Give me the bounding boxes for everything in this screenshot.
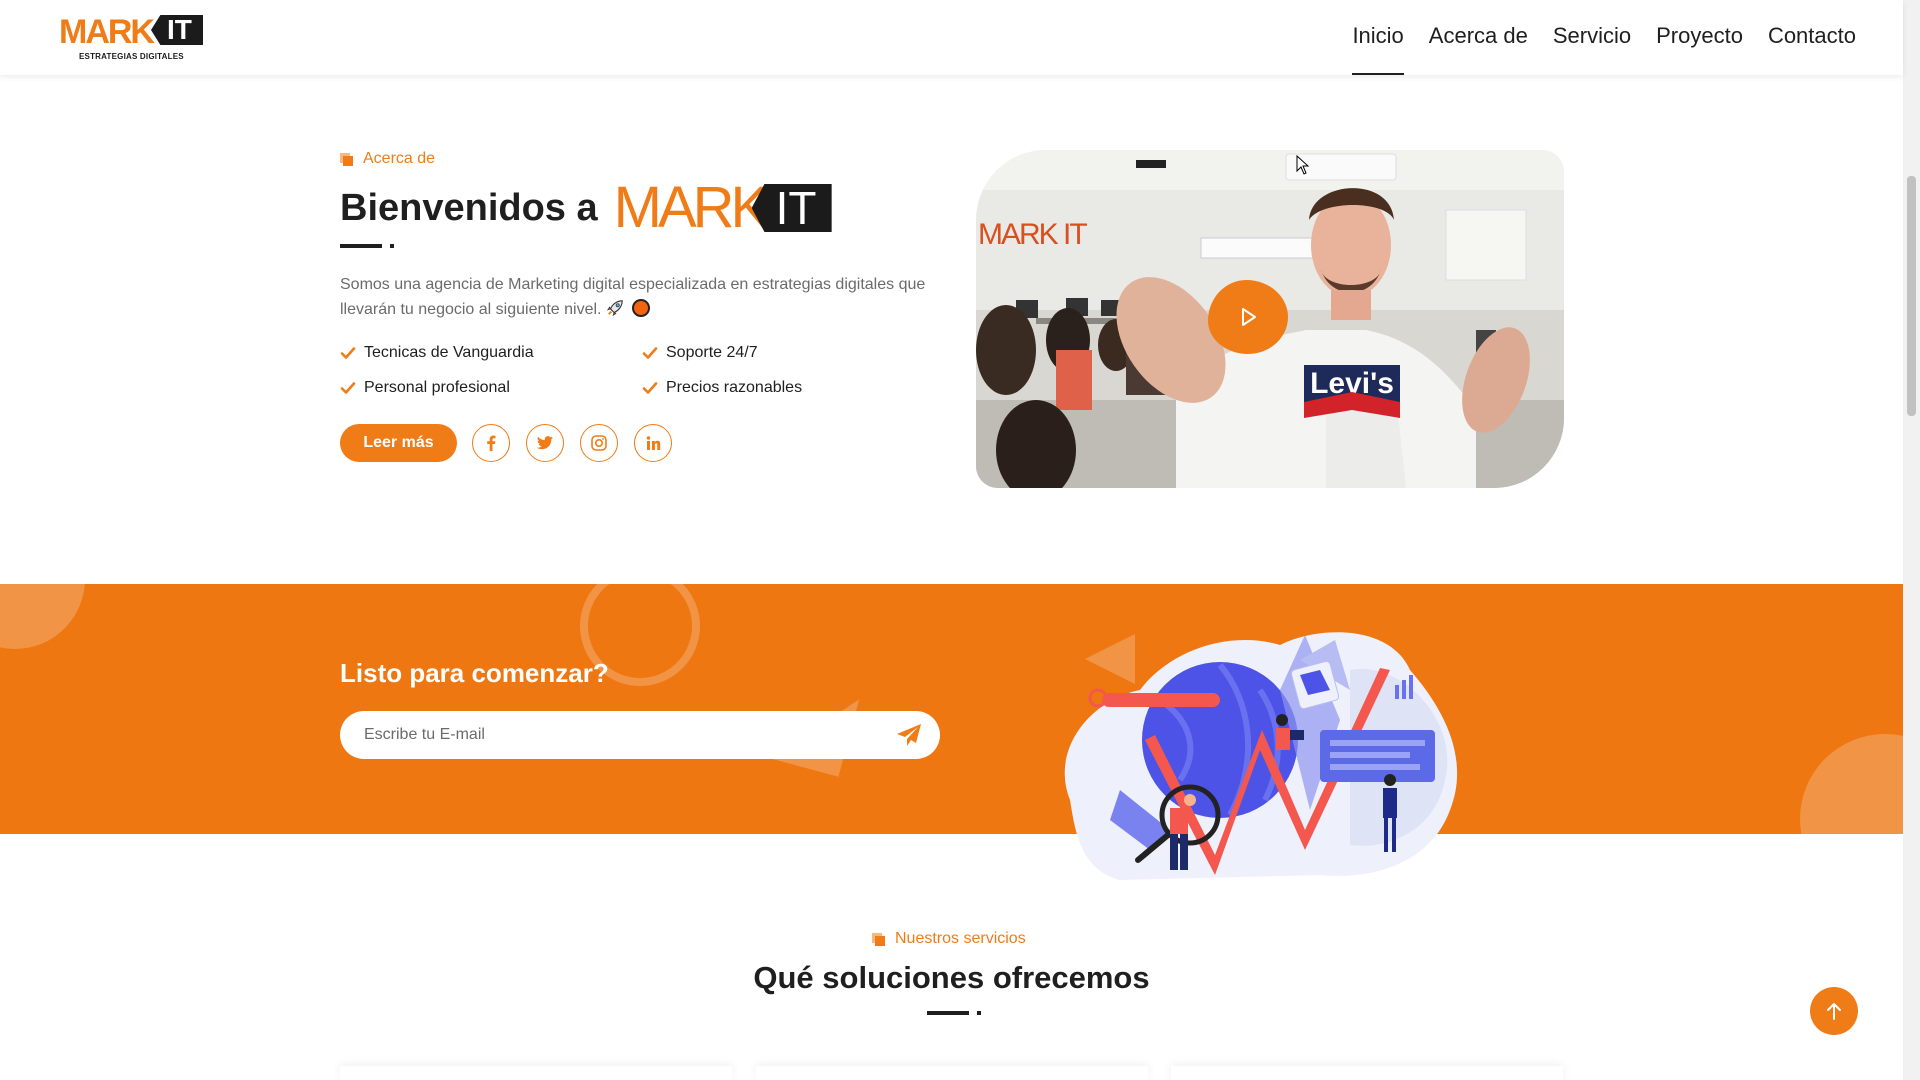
email-form [340, 711, 940, 759]
logo-wordmark: MARK [59, 13, 155, 51]
send-button[interactable] [896, 723, 922, 747]
check-icon [340, 382, 356, 394]
feature-item: Soporte 24/7 [642, 342, 842, 364]
nav-item-proyecto[interactable]: Proyecto [1656, 0, 1743, 75]
mouse-cursor-icon [1296, 155, 1310, 175]
read-more-button[interactable]: Leer más [340, 424, 457, 462]
squares-icon [872, 932, 885, 946]
email-input[interactable] [364, 711, 864, 759]
play-button[interactable] [1208, 280, 1288, 354]
rocket-icon [606, 300, 623, 317]
about-eyebrow-label: Acerca de [363, 150, 436, 167]
site-header: MARK IT ESTRATEGIAS DIGITALES Inicio Ace… [0, 0, 1903, 75]
service-card[interactable] [756, 1066, 1148, 1080]
orange-circle-icon [632, 299, 651, 317]
check-icon [642, 382, 658, 394]
facebook-icon[interactable] [472, 424, 510, 462]
services-title-underline [927, 1011, 983, 1015]
decor-circle [0, 584, 85, 649]
back-to-top-button[interactable] [1810, 987, 1858, 1035]
play-icon [1242, 308, 1256, 326]
heading-logo-it: IT [751, 184, 832, 232]
arrow-up-icon [1827, 1003, 1841, 1020]
cta-band: Listo para comenzar? [0, 584, 1903, 834]
feature-label: Tecnicas de Vanguardia [364, 344, 534, 361]
squares-icon [340, 152, 353, 166]
service-card[interactable] [1171, 1066, 1563, 1080]
services-eyebrow: Nuestros servicios [872, 930, 1026, 948]
check-icon [642, 347, 658, 359]
site-logo[interactable]: MARK IT ESTRATEGIAS DIGITALES [59, 14, 203, 64]
features-list: Tecnicas de Vanguardia Soporte 24/7 Pers… [340, 342, 802, 399]
scrollbar-thumb[interactable] [1907, 176, 1916, 416]
nav-item-contacto[interactable]: Contacto [1768, 0, 1856, 75]
about-heading: Bienvenidos a MARK IT [340, 175, 832, 240]
page-scrollbar[interactable] [1903, 0, 1920, 1080]
feature-label: Personal profesional [364, 379, 510, 396]
heading-logo-wordmark: MARK [613, 175, 770, 240]
cta-title: Listo para comenzar? [340, 658, 609, 688]
services-title: Qué soluciones ofrecemos [753, 960, 1150, 995]
nav-item-servicio[interactable]: Servicio [1553, 0, 1631, 75]
feature-item: Tecnicas de Vanguardia [340, 342, 642, 364]
logo-it-tag: IT [151, 15, 203, 45]
about-video[interactable]: MARK IT Levi's [976, 150, 1564, 488]
feature-item: Personal profesional [340, 377, 642, 399]
title-underline [340, 244, 396, 248]
heading-logo: MARK IT [613, 175, 832, 240]
about-title: Bienvenidos a [340, 186, 598, 229]
service-card[interactable] [340, 1066, 732, 1080]
services-eyebrow-label: Nuestros servicios [895, 930, 1026, 947]
check-icon [340, 347, 356, 359]
about-eyebrow: Acerca de [340, 150, 435, 168]
feature-item: Precios razonables [642, 377, 842, 399]
nav-item-acerca-de[interactable]: Acerca de [1429, 0, 1528, 75]
instagram-icon[interactable] [580, 424, 618, 462]
main-nav: Inicio Acerca de Servicio Proyecto Conta… [1352, 0, 1856, 75]
about-description: Somos una agencia de Marketing digital e… [340, 272, 940, 322]
wall-logo: MARK IT [978, 218, 1087, 251]
decor-circle [1800, 734, 1903, 834]
linkedin-icon[interactable] [634, 424, 672, 462]
nav-item-inicio[interactable]: Inicio [1352, 0, 1405, 75]
logo-tagline: ESTRATEGIAS DIGITALES [79, 52, 184, 61]
feature-label: Soporte 24/7 [666, 344, 758, 361]
marketing-illustration [1064, 632, 1458, 880]
feature-label: Precios razonables [666, 379, 803, 396]
twitter-icon[interactable] [526, 424, 564, 462]
